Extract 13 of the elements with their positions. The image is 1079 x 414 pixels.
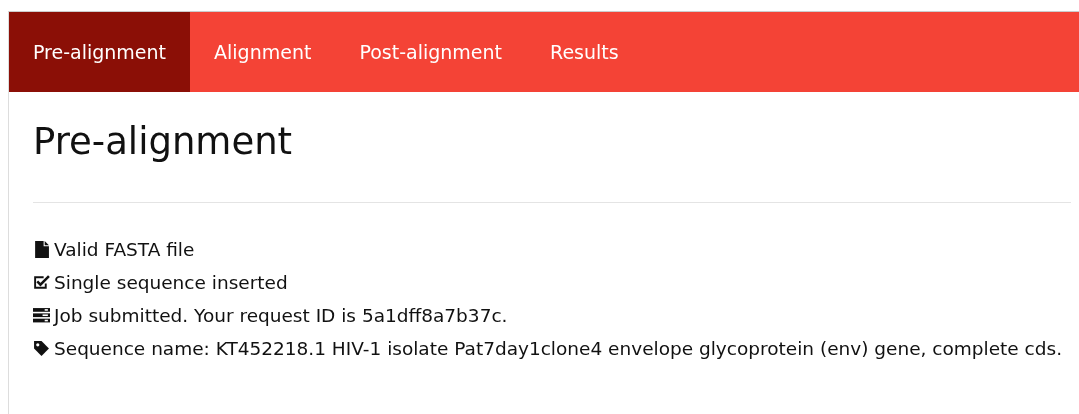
- status-line: Single sequence inserted: [33, 266, 1071, 299]
- nav-tab[interactable]: Post-alignment: [335, 12, 527, 92]
- status-line: Sequence name: KT452218.1 HIV-1 isolate Pat7day1clone4 envelope glycoprotein (env) gene, complete cds.: [33, 332, 1071, 365]
- file-icon: [33, 241, 50, 258]
- status-line: Valid FASTA file: [33, 233, 1071, 266]
- nav-tab[interactable]: Results: [526, 12, 643, 92]
- nav-tab[interactable]: Pre-alignment: [9, 12, 191, 92]
- nav-tab[interactable]: Alignment: [190, 12, 336, 92]
- tag-icon: [33, 340, 50, 357]
- server-icon: [33, 307, 50, 324]
- page-heading: Pre-alignment: [33, 120, 294, 164]
- checkbox-icon: [33, 274, 50, 291]
- status-line: Job submitted. Your request ID is 5a1dff8a7b37c.: [33, 299, 1071, 332]
